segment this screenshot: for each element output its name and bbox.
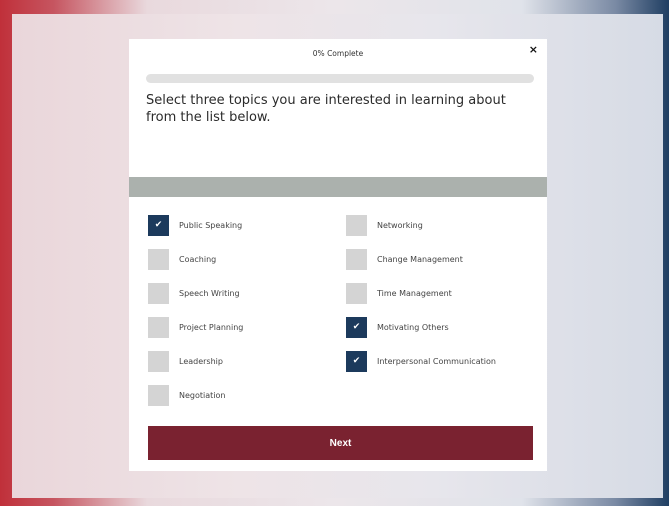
option-time-management[interactable]: Time Management <box>346 283 452 304</box>
checkbox[interactable] <box>346 283 367 304</box>
option-label: Time Management <box>377 289 452 298</box>
option-label: Speech Writing <box>179 289 240 298</box>
option-public-speaking[interactable]: ✔ Public Speaking <box>148 215 242 236</box>
divider-band <box>129 177 547 197</box>
option-label: Networking <box>377 221 423 230</box>
option-label: Motivating Others <box>377 323 449 332</box>
option-leadership[interactable]: Leadership <box>148 351 223 372</box>
option-label: Change Management <box>377 255 463 264</box>
checkbox[interactable] <box>148 317 169 338</box>
option-label: Leadership <box>179 357 223 366</box>
option-motivating-others[interactable]: ✔ Motivating Others <box>346 317 449 338</box>
checkbox[interactable]: ✔ <box>346 351 367 372</box>
survey-modal: × 0% Complete Select three topics you ar… <box>129 39 547 471</box>
option-networking[interactable]: Networking <box>346 215 423 236</box>
option-label: Interpersonal Communication <box>377 357 496 366</box>
option-label: Coaching <box>179 255 217 264</box>
option-interpersonal-communication[interactable]: ✔ Interpersonal Communication <box>346 351 496 372</box>
option-negotiation[interactable]: Negotiation <box>148 385 225 406</box>
checkmark-icon: ✔ <box>154 220 163 230</box>
option-speech-writing[interactable]: Speech Writing <box>148 283 240 304</box>
progress-bar <box>146 74 534 83</box>
checkbox[interactable] <box>148 283 169 304</box>
checkbox[interactable] <box>346 249 367 270</box>
checkbox[interactable] <box>346 215 367 236</box>
checkbox[interactable] <box>148 385 169 406</box>
progress-label: 0% Complete <box>312 49 364 58</box>
option-coaching[interactable]: Coaching <box>148 249 216 270</box>
checkbox[interactable]: ✔ <box>148 215 169 236</box>
question-text: Select three topics you are interested i… <box>146 93 506 125</box>
option-label: Negotiation <box>179 391 226 400</box>
checkmark-icon: ✔ <box>352 356 361 366</box>
checkbox[interactable] <box>148 249 169 270</box>
option-label: Public Speaking <box>179 221 243 230</box>
checkbox[interactable] <box>148 351 169 372</box>
checkmark-icon: ✔ <box>352 322 361 332</box>
option-project-planning[interactable]: Project Planning <box>148 317 243 338</box>
option-change-management[interactable]: Change Management <box>346 249 463 270</box>
option-label: Project Planning <box>179 323 244 332</box>
next-button[interactable]: Next <box>148 426 533 460</box>
checkbox[interactable]: ✔ <box>346 317 367 338</box>
